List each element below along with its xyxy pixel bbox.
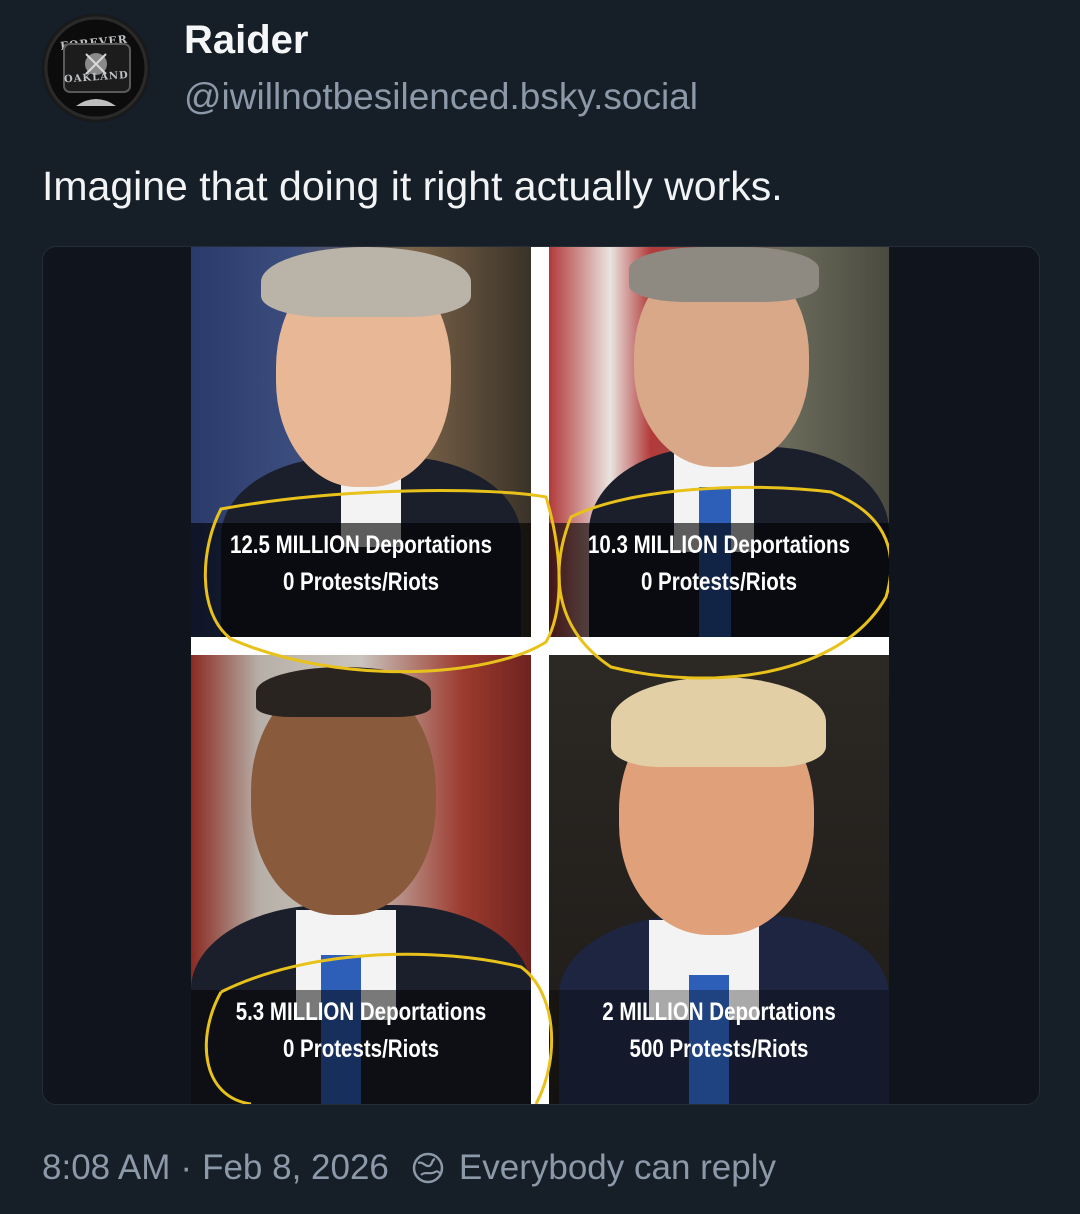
caption-box: 2 MILLION Deportations 500 Protests/Riot… — [549, 990, 889, 1104]
caption-protests: 0 Protests/Riots — [282, 1035, 440, 1063]
meme-panel-3: 5.3 MILLION Deportations 0 Protests/Riot… — [191, 655, 531, 1104]
caption-box: 5.3 MILLION Deportations 0 Protests/Riot… — [191, 990, 531, 1104]
author-display-name[interactable]: Raider — [184, 18, 309, 63]
post-image[interactable]: 12.5 MILLION Deportations 0 Protests/Rio… — [42, 246, 1040, 1105]
meme-panel-4: 2 MILLION Deportations 500 Protests/Riot… — [549, 655, 889, 1104]
author-avatar[interactable]: FOREVER OAKLAND — [42, 14, 150, 122]
post-footer: 8:08 AM · Feb 8, 2026 Everybody can repl… — [42, 1148, 776, 1188]
caption-protests: 0 Protests/Riots — [282, 568, 440, 596]
meta-separator: · — [180, 1148, 193, 1187]
meme-panel-2: 10.3 MILLION Deportations 0 Protests/Rio… — [549, 247, 889, 637]
caption-deportations: 2 MILLION Deportations — [602, 998, 836, 1026]
author-handle[interactable]: @iwillnotbesilenced.bsky.social — [184, 76, 698, 118]
caption-protests: 500 Protests/Riots — [629, 1035, 809, 1063]
caption-box: 10.3 MILLION Deportations 0 Protests/Rio… — [549, 523, 889, 637]
caption-deportations: 5.3 MILLION Deportations — [235, 998, 487, 1026]
caption-deportations: 10.3 MILLION Deportations — [588, 531, 850, 559]
caption-deportations: 12.5 MILLION Deportations — [230, 531, 492, 559]
caption-box: 12.5 MILLION Deportations 0 Protests/Rio… — [191, 523, 531, 637]
caption-protests: 0 Protests/Riots — [640, 568, 798, 596]
raiders-logo-icon — [44, 16, 148, 120]
post-text: Imagine that doing it right actually wor… — [42, 163, 783, 209]
post-time[interactable]: 8:08 AM — [42, 1148, 170, 1188]
meme-image: 12.5 MILLION Deportations 0 Protests/Rio… — [191, 247, 889, 1104]
globe-icon — [412, 1152, 444, 1184]
post-date[interactable]: Feb 8, 2026 — [202, 1148, 389, 1188]
reply-setting[interactable]: Everybody can reply — [459, 1148, 776, 1188]
meme-panel-1: 12.5 MILLION Deportations 0 Protests/Rio… — [191, 247, 531, 637]
